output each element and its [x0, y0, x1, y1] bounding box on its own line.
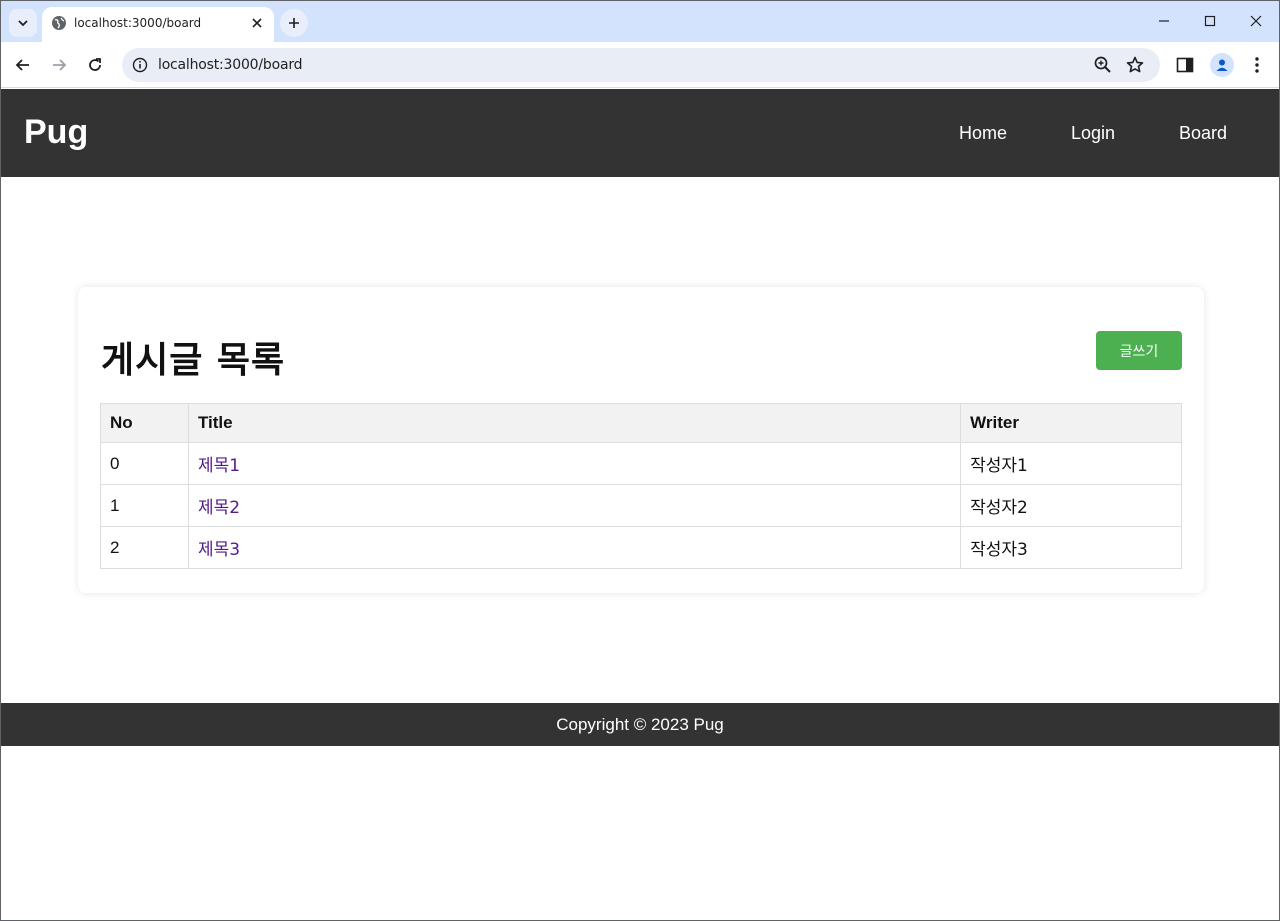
row-title-cell: 제목2	[187, 484, 962, 527]
info-icon	[132, 57, 148, 73]
table-row: 2 제목3 작성자3	[100, 526, 1182, 569]
column-header-title: Title	[187, 403, 962, 443]
column-header-no: No	[100, 403, 189, 443]
maximize-button[interactable]	[1187, 1, 1233, 41]
browser-toolbar: localhost:3000/board	[1, 42, 1279, 88]
tab-strip: localhost:3000/board	[1, 1, 1279, 42]
site-brand[interactable]: Pug	[24, 113, 88, 152]
more-menu-icon[interactable]	[1247, 54, 1267, 76]
browser-tab[interactable]: localhost:3000/board	[42, 7, 274, 42]
side-panel-icon[interactable]	[1175, 55, 1195, 75]
post-title-link[interactable]: 제목1	[198, 456, 240, 476]
row-writer: 작성자3	[960, 526, 1182, 569]
tab-close-button[interactable]	[248, 14, 266, 32]
bookmark-star-icon[interactable]	[1125, 55, 1145, 75]
row-writer: 작성자1	[960, 442, 1182, 485]
row-no: 1	[100, 484, 189, 527]
row-title-cell: 제목1	[187, 442, 962, 485]
close-icon	[1250, 15, 1262, 27]
plus-icon	[289, 18, 299, 28]
post-title-link[interactable]: 제목3	[198, 540, 240, 560]
table-row: 0 제목1 작성자1	[100, 442, 1182, 485]
forward-button[interactable]	[45, 51, 73, 79]
profile-button[interactable]	[1210, 53, 1234, 77]
new-tab-button[interactable]	[280, 9, 308, 37]
tab-title: localhost:3000/board	[74, 16, 202, 30]
board-table: No Title Writer 0 제목1 작성자1 1 제목2 작성자2 2 …	[100, 403, 1182, 569]
nav-home-link[interactable]: Home	[959, 123, 1007, 144]
table-header-row: No Title Writer	[100, 403, 1182, 443]
browser-window: localhost:3000/board localhost:3000/boar…	[0, 0, 1280, 921]
table-row: 1 제목2 작성자2	[100, 484, 1182, 527]
page-viewport: Pug Home Login Board 게시글 목록 글쓰기 No Title…	[1, 89, 1279, 920]
chevron-down-icon	[18, 20, 28, 27]
site-header: Pug Home Login Board	[1, 89, 1279, 177]
row-writer: 작성자2	[960, 484, 1182, 527]
zoom-icon[interactable]	[1093, 55, 1113, 75]
avatar-icon	[1216, 59, 1228, 71]
address-bar[interactable]: localhost:3000/board	[122, 48, 1160, 82]
post-title-link[interactable]: 제목2	[198, 498, 240, 518]
site-info-button[interactable]	[130, 55, 150, 75]
maximize-icon	[1204, 15, 1216, 27]
arrow-left-icon	[15, 59, 29, 71]
board-card: 게시글 목록 글쓰기 No Title Writer 0 제목1 작성자1 1 …	[78, 287, 1204, 593]
close-icon	[252, 18, 262, 28]
reload-button[interactable]	[81, 51, 109, 79]
tab-search-button[interactable]	[9, 9, 37, 37]
back-button[interactable]	[9, 51, 37, 79]
globe-icon	[52, 16, 66, 30]
nav-login-link[interactable]: Login	[1071, 123, 1115, 144]
nav-board-link[interactable]: Board	[1179, 123, 1227, 144]
row-no: 2	[100, 526, 189, 569]
minimize-icon	[1159, 20, 1169, 22]
site-footer: Copyright © 2023 Pug	[1, 703, 1279, 746]
row-title-cell: 제목3	[187, 526, 962, 569]
write-post-button[interactable]: 글쓰기	[1096, 331, 1182, 370]
minimize-button[interactable]	[1141, 1, 1187, 41]
page-title: 게시글 목록	[101, 340, 286, 381]
column-header-writer: Writer	[960, 403, 1182, 443]
arrow-right-icon	[53, 59, 67, 71]
url-text[interactable]: localhost:3000/board	[158, 57, 303, 73]
row-no: 0	[100, 442, 189, 485]
window-close-button[interactable]	[1233, 1, 1279, 41]
copyright-text: Copyright © 2023 Pug	[556, 714, 724, 734]
reload-icon	[89, 58, 101, 71]
